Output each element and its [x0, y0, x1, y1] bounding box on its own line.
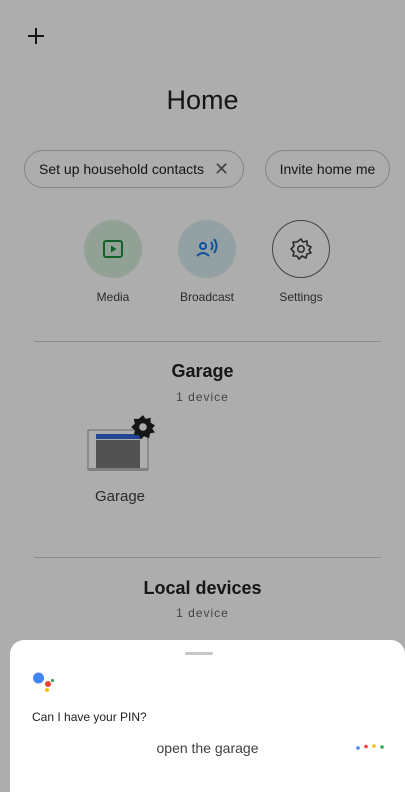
drag-handle[interactable]: [185, 652, 213, 655]
google-assistant-icon: [33, 672, 55, 692]
assistant-sheet: Can I have your PIN? open the garage: [10, 640, 405, 792]
listening-dots-icon: [356, 744, 384, 750]
user-query: open the garage: [156, 740, 259, 756]
assistant-response: Can I have your PIN?: [32, 710, 147, 724]
